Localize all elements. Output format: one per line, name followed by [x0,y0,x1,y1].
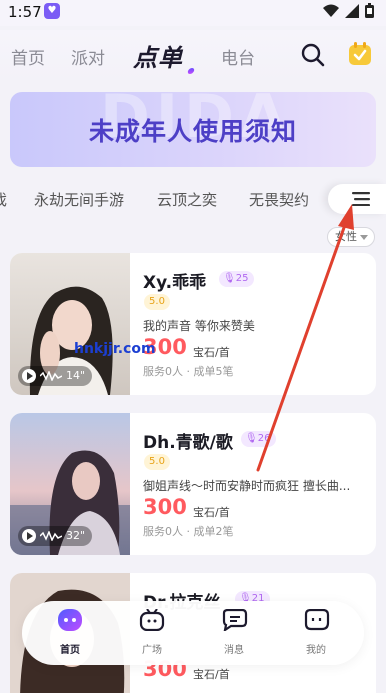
tab-home[interactable]: 首页 [11,44,45,69]
order-stats: 服务0人 · 成单5笔 [143,365,234,378]
bottom-nav: 首页 广场 消息 我的 [22,601,364,665]
battery-icon [365,3,374,18]
voice-sample-button[interactable]: 32" [18,526,92,546]
anchor-card[interactable]: 14" Xy.乖乖 🎙25 5.0 我的声音 等你来赞美 300 宝石/首 服务… [10,253,376,395]
level-badge: 🎙25 [219,271,255,287]
voice-duration: 32" [66,529,86,542]
chat-icon [222,608,248,633]
voice-duration: 14" [66,369,86,382]
category-item[interactable]: 戏 [0,189,7,210]
category-menu-button[interactable] [328,184,386,214]
signal-icon [345,3,359,18]
minor-notice-banner[interactable]: DIDA 未成年人使用须知 [10,92,376,167]
status-icons [323,3,374,18]
home-icon [58,609,82,631]
level-value: 25 [235,273,249,284]
app-notification-icon: ♥ [44,3,60,19]
play-icon [22,529,36,543]
bottom-nav-home[interactable]: 首页 [46,609,94,656]
anchor-intro: 御姐声线～时而安静时而疯狂 擅长曲... [143,479,351,493]
bottom-nav-label: 广场 [142,645,162,656]
price-unit: 宝石/首 [193,506,230,519]
rating-badge: 5.0 [144,294,170,310]
level-badge: 🎙26 [241,431,277,447]
gender-filter-label: 女性 [335,230,357,243]
profile-icon [304,608,330,631]
anchor-intro: 我的声音 等你来赞美 [143,319,255,333]
gender-filter-dropdown[interactable]: 女性 [327,227,375,247]
bottom-nav-label: 消息 [224,645,244,656]
bottom-nav-square[interactable]: 广场 [128,608,176,656]
price-unit: 宝石/首 [193,346,230,359]
category-item[interactable]: 无畏契约 [249,189,309,210]
play-icon [22,369,36,383]
price-unit: 宝石/首 [193,668,230,681]
bottom-nav-label: 首页 [60,645,80,656]
tab-order[interactable]: 点单 [133,38,183,73]
rating-badge: 5.0 [144,454,170,470]
status-time: 1:57 [8,3,42,21]
voice-sample-button[interactable]: 14" [18,366,92,386]
tab-radio[interactable]: 电台 [221,44,255,69]
banner-title: 未成年人使用须知 [88,117,297,146]
watermark-text: hnkjjr.com [74,341,156,357]
bottom-nav-profile[interactable]: 我的 [292,608,340,656]
anchor-name: Xy.乖乖 [143,273,207,293]
status-bar: 1:57 ♥ [0,0,386,26]
tab-party[interactable]: 派对 [71,44,105,69]
anchor-name: Dh.青歌/歌 [143,433,233,453]
price-value: 300 [143,495,187,519]
search-icon[interactable] [300,42,326,68]
anchor-card[interactable]: 32" Dh.青歌/歌 🎙26 5.0 御姐声线～时而安静时而疯狂 擅长曲...… [10,413,376,555]
wifi-icon [323,4,339,17]
chevron-down-icon [360,235,368,240]
waveform-icon [40,371,62,381]
active-tab-indicator [186,68,196,74]
category-item[interactable]: 永劫无间手游 [34,189,124,210]
category-bar: 戏 永劫无间手游 云顶之奕 无畏契约 [0,180,386,218]
menu-icon [352,192,370,206]
order-stats: 服务0人 · 成单2笔 [143,525,234,538]
level-value: 26 [257,433,271,444]
category-item[interactable]: 云顶之奕 [157,189,217,210]
tv-icon [139,608,165,632]
bottom-nav-label: 我的 [306,645,326,656]
top-nav: 首页 派对 点单 电台 [0,30,386,82]
waveform-icon [40,531,62,541]
task-calendar-icon[interactable] [347,41,373,67]
bottom-nav-messages[interactable]: 消息 [210,608,258,656]
